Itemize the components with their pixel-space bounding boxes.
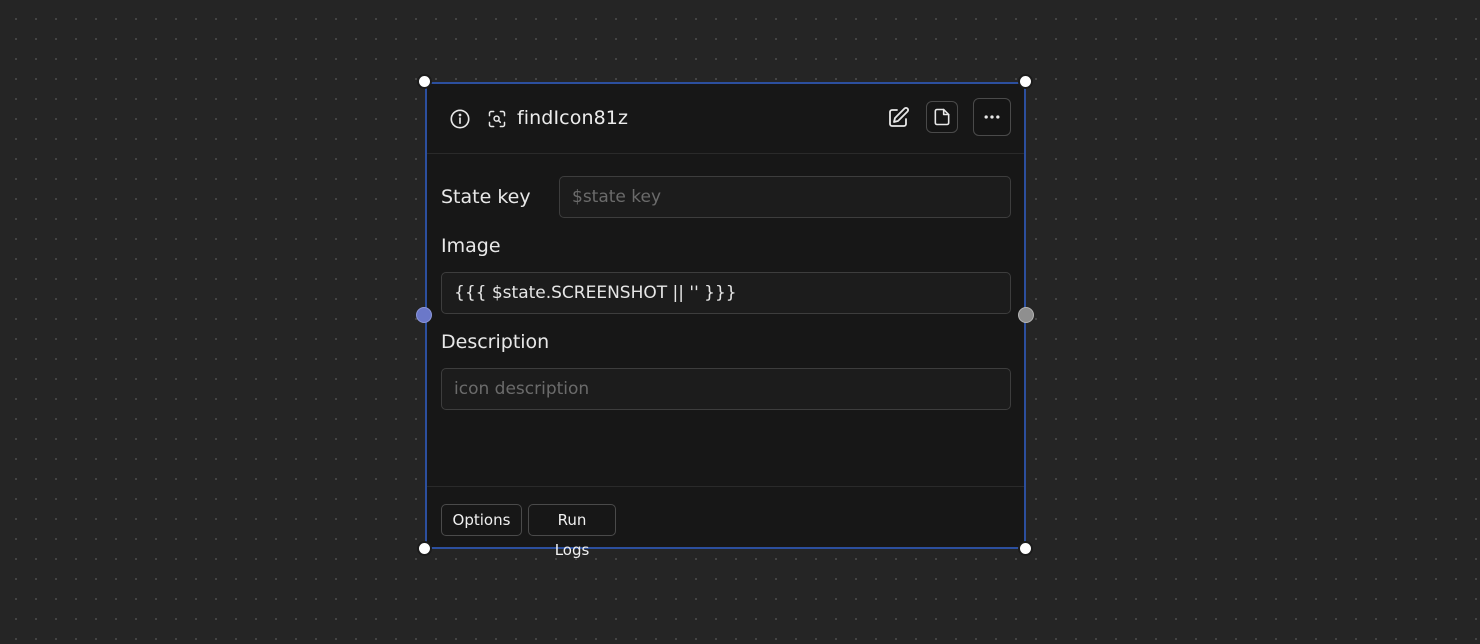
input-port[interactable] [416,307,432,323]
resize-handle-bottom-right[interactable] [1018,541,1033,556]
node-footer: Options Run Logs [427,486,1024,559]
node-header: findIcon81z [427,84,1024,154]
scan-eye-icon [488,110,506,128]
run-logs-button[interactable]: Run Logs [528,504,616,559]
resize-handle-top-left[interactable] [417,74,432,89]
state-key-input[interactable] [559,176,1011,218]
file-icon [934,108,950,126]
resize-handle-top-right[interactable] [1018,74,1033,89]
more-options-button[interactable] [973,98,1011,136]
file-button[interactable] [926,101,958,133]
info-icon[interactable] [449,108,471,130]
node-title[interactable]: findIcon81z [517,105,628,131]
description-label: Description [441,331,550,353]
options-button[interactable]: Options [441,504,522,536]
state-key-label: State key [441,186,531,208]
description-input[interactable] [441,368,1011,410]
resize-handle-bottom-left[interactable] [417,541,432,556]
image-input[interactable] [441,272,1011,314]
find-icon-node[interactable]: findIcon81z State key Imag [425,82,1026,559]
image-label: Image [441,235,501,257]
edit-icon[interactable] [886,106,910,130]
more-horizontal-icon [984,115,1000,119]
workflow-canvas[interactable]: findIcon81z State key Imag [0,0,1480,644]
output-port[interactable] [1018,307,1034,323]
